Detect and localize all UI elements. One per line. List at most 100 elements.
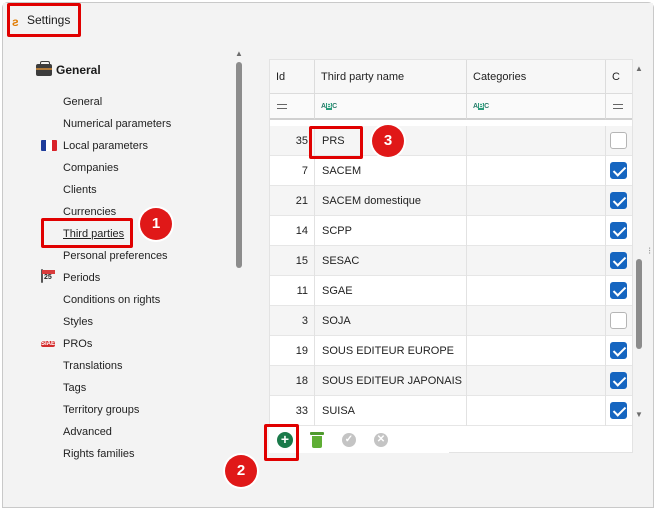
text-filter-icon[interactable]: ABC: [473, 103, 489, 110]
cell-categories[interactable]: [467, 246, 606, 276]
table-row[interactable]: 3 SOJA: [270, 306, 632, 336]
sidebar-item-companies[interactable]: Companies: [63, 162, 119, 174]
sidebar-item-advanced[interactable]: Advanced: [63, 426, 112, 438]
cell-third-party-name[interactable]: SUISA: [315, 396, 467, 426]
grid-scrollbar-thumb[interactable]: [636, 259, 642, 349]
cell-id[interactable]: 7: [270, 156, 315, 186]
filter-id[interactable]: [270, 94, 315, 120]
cell-id[interactable]: 15: [270, 246, 315, 276]
cell-categories[interactable]: [467, 336, 606, 366]
sidebar-item-translations[interactable]: Translations: [63, 360, 123, 372]
sidebar-item-tags[interactable]: Tags: [63, 382, 86, 394]
calendar-icon-text: 25: [44, 274, 52, 281]
cell-id[interactable]: 3: [270, 306, 315, 336]
sidebar-item-clients[interactable]: Clients: [63, 184, 97, 196]
cell-third-party-name[interactable]: SGAE: [315, 276, 467, 306]
cell-third-party-name[interactable]: SESAC: [315, 246, 467, 276]
column-header-id[interactable]: Id: [270, 60, 315, 94]
column-header-c[interactable]: C: [606, 60, 632, 94]
sidebar-item-rights-families[interactable]: Rights families: [63, 448, 135, 460]
table-row[interactable]: 19 SOUS EDITEUR EUROPE: [270, 336, 632, 366]
row-checkbox[interactable]: [610, 402, 627, 419]
table-row[interactable]: 11 SGAE: [270, 276, 632, 306]
cell-c: [606, 186, 632, 216]
filter-c[interactable]: [606, 94, 632, 120]
sidebar-scroll-up-icon[interactable]: ▲: [235, 49, 243, 58]
trash-icon: [310, 432, 324, 448]
filter-categories[interactable]: ABC: [467, 94, 606, 120]
row-checkbox[interactable]: [610, 132, 627, 149]
filter-name[interactable]: ABC: [315, 94, 467, 120]
row-checkbox[interactable]: [610, 192, 627, 209]
cell-categories[interactable]: [467, 306, 606, 336]
cell-c: [606, 336, 632, 366]
sidebar-item-conditions-on-rights[interactable]: Conditions on rights: [63, 294, 160, 306]
cell-categories[interactable]: [467, 366, 606, 396]
cell-third-party-name[interactable]: SCPP: [315, 216, 467, 246]
sidebar-item-currencies[interactable]: Currencies: [63, 206, 116, 218]
row-checkbox[interactable]: [610, 252, 627, 269]
cell-third-party-name[interactable]: SOJA: [315, 306, 467, 336]
pro-icon: SIAE: [41, 336, 57, 349]
table-row[interactable]: 18 SOUS EDITEUR JAPONAIS: [270, 366, 632, 396]
cell-c: [606, 366, 632, 396]
cell-categories[interactable]: [467, 396, 606, 426]
cell-third-party-name[interactable]: SACEM: [315, 156, 467, 186]
cell-categories[interactable]: [467, 216, 606, 246]
table-row[interactable]: 33 SUISA: [270, 396, 632, 426]
cell-third-party-name[interactable]: SOUS EDITEUR JAPONAIS: [315, 366, 467, 396]
delete-button[interactable]: [307, 430, 327, 450]
column-header-categories[interactable]: Categories: [467, 60, 606, 94]
sidebar-item-territory-groups[interactable]: Territory groups: [63, 404, 139, 416]
table-row[interactable]: 7 SACEM: [270, 156, 632, 186]
sidebar-scrollbar-thumb[interactable]: [236, 62, 242, 268]
equals-filter-icon[interactable]: [277, 104, 287, 109]
table-row[interactable]: 21 SACEM domestique: [270, 186, 632, 216]
check-circle-icon: ✓: [342, 433, 356, 447]
sidebar-item-general[interactable]: General: [63, 96, 102, 108]
confirm-button[interactable]: ✓: [339, 430, 359, 450]
cell-categories[interactable]: [467, 156, 606, 186]
table-row[interactable]: 14 SCPP: [270, 216, 632, 246]
cell-third-party-name[interactable]: SACEM domestique: [315, 186, 467, 216]
row-checkbox[interactable]: [610, 372, 627, 389]
cell-id[interactable]: 21: [270, 186, 315, 216]
cell-id[interactable]: 11: [270, 276, 315, 306]
table-row[interactable]: 15 SESAC: [270, 246, 632, 276]
french-flag-icon: [41, 140, 57, 153]
grid-scroll-down-icon[interactable]: ▼: [635, 410, 643, 419]
cell-categories[interactable]: [467, 126, 606, 156]
row-checkbox[interactable]: [610, 282, 627, 299]
sidebar-item-periods[interactable]: Periods: [63, 272, 100, 284]
callout-badge-2: 2: [225, 455, 257, 487]
sidebar-item-numerical-parameters[interactable]: Numerical parameters: [63, 118, 171, 130]
callout-badge-1: 1: [140, 208, 172, 240]
title-bar: ƨ Settings: [3, 3, 653, 37]
cell-c: [606, 396, 632, 426]
text-filter-icon[interactable]: ABC: [321, 103, 337, 110]
equals-filter-icon[interactable]: [613, 104, 623, 109]
cell-categories[interactable]: [467, 186, 606, 216]
row-checkbox[interactable]: [610, 342, 627, 359]
row-checkbox[interactable]: [610, 312, 627, 329]
cell-id[interactable]: 33: [270, 396, 315, 426]
cell-id[interactable]: 14: [270, 216, 315, 246]
sidebar-item-local-parameters[interactable]: Local parameters: [63, 140, 148, 152]
grid-scroll-up-icon[interactable]: ▲: [635, 64, 643, 73]
row-checkbox[interactable]: [610, 162, 627, 179]
sidebar-item-personal-preferences[interactable]: Personal preferences: [63, 250, 168, 262]
cell-id[interactable]: 19: [270, 336, 315, 366]
cell-c: [606, 276, 632, 306]
cell-categories[interactable]: [467, 276, 606, 306]
row-checkbox[interactable]: [610, 222, 627, 239]
sidebar-item-styles[interactable]: Styles: [63, 316, 93, 328]
resize-grip-icon[interactable]: ⁝: [648, 247, 651, 257]
cell-c: [606, 156, 632, 186]
cell-third-party-name[interactable]: SOUS EDITEUR EUROPE: [315, 336, 467, 366]
cancel-button[interactable]: ✕: [371, 430, 391, 450]
column-header-name[interactable]: Third party name: [315, 60, 467, 94]
callout-badge-3: 3: [372, 125, 404, 157]
cell-id[interactable]: 18: [270, 366, 315, 396]
sidebar-item-pros[interactable]: PROs: [63, 338, 92, 350]
cell-c: [606, 306, 632, 336]
